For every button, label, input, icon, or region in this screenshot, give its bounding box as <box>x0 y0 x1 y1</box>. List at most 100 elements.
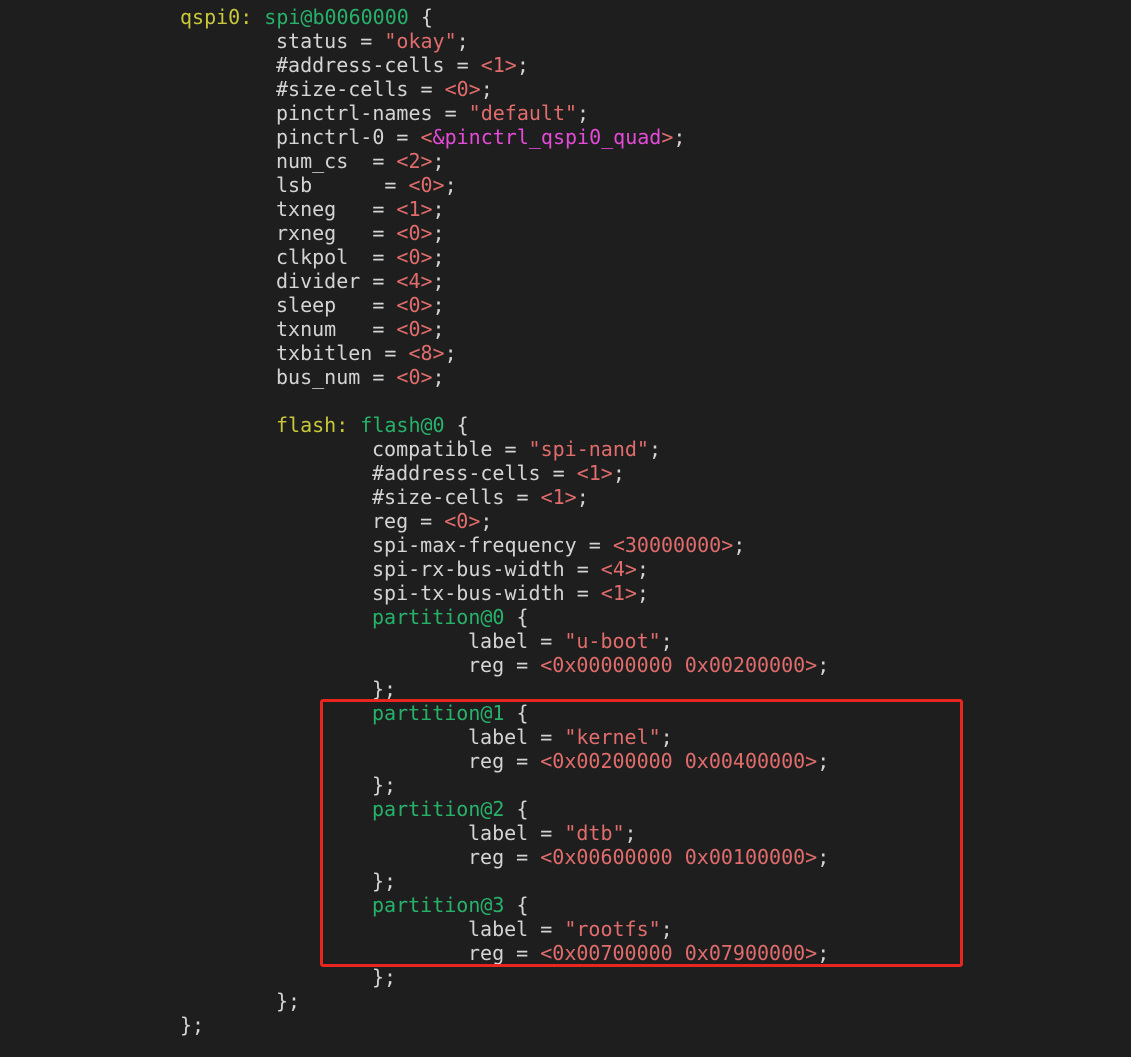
code-token-plain: ; <box>817 941 830 965</box>
code-token-plain: ; <box>444 173 457 197</box>
code-token-plain: ; <box>660 725 673 749</box>
code-token-plain: ; <box>432 269 445 293</box>
code-line: flash: flash@0 { <box>0 413 829 437</box>
code-line: #address-cells = <1>; <box>0 461 829 485</box>
code-token-node: partition@3 <box>372 893 505 917</box>
code-token-plain: clkpol = <box>276 245 397 269</box>
code-token-plain: }; <box>372 773 397 797</box>
code-token-plain: num_cs = <box>276 149 397 173</box>
code-token-plain: { <box>444 413 469 437</box>
code-line: label = "rootfs"; <box>0 917 829 941</box>
code-token-plain: ; <box>456 29 469 53</box>
code-token-plain: spi-tx-bus-width = <box>372 581 601 605</box>
code-token-plain: #address-cells = <box>276 53 481 77</box>
code-token-plain: ; <box>432 221 445 245</box>
code-token-plain: label = <box>468 725 565 749</box>
code-token-plain: { <box>504 797 529 821</box>
code-token-value: <1> <box>576 461 613 485</box>
code-line: num_cs = <2>; <box>0 149 829 173</box>
code-token-node: flash@0 <box>360 413 445 437</box>
code-line: qspi0: spi@b0060000 { <box>0 5 829 29</box>
code-token-value: <0> <box>396 245 433 269</box>
code-token-plain: ; <box>576 485 589 509</box>
code-token-plain: txbitlen = <box>276 341 409 365</box>
code-token-string: "dtb" <box>564 821 625 845</box>
code-token-plain: ; <box>817 749 830 773</box>
code-editor[interactable]: qspi0: spi@b0060000 {status = "okay"; #ad… <box>0 0 1131 1057</box>
code-line: partition@3 { <box>0 893 829 917</box>
code-token-plain: ; <box>733 533 746 557</box>
code-token-value: <0x00000000 0x00200000> <box>540 653 818 677</box>
code-line: label = "kernel"; <box>0 725 829 749</box>
code-line: spi-rx-bus-width = <4>; <box>0 557 829 581</box>
code-line: divider = <4>; <box>0 269 829 293</box>
code-token-plain: reg = <box>372 509 445 533</box>
code-line: spi-max-frequency = <30000000>; <box>0 533 829 557</box>
code-line: txnum = <0>; <box>0 317 829 341</box>
code-token-plain: }; <box>372 677 397 701</box>
code-token-plain: rxneg = <box>276 221 397 245</box>
code-token-plain: ; <box>432 365 445 389</box>
code-line: }; <box>0 869 829 893</box>
code-token-plain: }; <box>372 965 397 989</box>
code-line: #size-cells = <0>; <box>0 77 829 101</box>
code-token-value: <4> <box>396 269 433 293</box>
code-token-plain: compatible = <box>372 437 529 461</box>
code-token-label: qspi0: <box>180 5 253 29</box>
code-token-value: <1> <box>480 53 517 77</box>
code-token-plain: pinctrl-names = <box>276 101 469 125</box>
code-token-plain: ; <box>577 101 590 125</box>
code-token-plain: label = <box>468 917 565 941</box>
code-token-value: <4> <box>600 557 637 581</box>
code-token-value: <0> <box>396 221 433 245</box>
code-token-plain: label = <box>468 629 565 653</box>
code-token-string: "u-boot" <box>564 629 661 653</box>
code-listing[interactable]: qspi0: spi@b0060000 {status = "okay"; #ad… <box>0 5 829 1037</box>
code-line: reg = <0x00700000 0x07900000>; <box>0 941 829 965</box>
code-line: rxneg = <0>; <box>0 221 829 245</box>
code-token-string: "kernel" <box>564 725 661 749</box>
code-token-value: <0x00700000 0x07900000> <box>540 941 818 965</box>
code-token-plain: sleep = <box>276 293 397 317</box>
code-line: lsb = <0>; <box>0 173 829 197</box>
code-token-plain: ; <box>444 341 457 365</box>
code-line: reg = <0x00600000 0x00100000>; <box>0 845 829 869</box>
code-line: }; <box>0 773 829 797</box>
code-token-value: <0x00600000 0x00100000> <box>540 845 818 869</box>
code-token-string: "default" <box>468 101 578 125</box>
code-token-plain: bus_num = <box>276 365 397 389</box>
code-line: }; <box>0 1013 829 1037</box>
code-token-plain: { <box>408 5 433 29</box>
code-token-plain: txnum = <box>276 317 397 341</box>
code-token-string: "okay" <box>384 29 457 53</box>
code-token-plain: ; <box>636 557 649 581</box>
code-line: reg = <0x00200000 0x00400000>; <box>0 749 829 773</box>
code-token-plain: #size-cells = <box>372 485 541 509</box>
code-token-value: <1> <box>540 485 577 509</box>
code-token-plain: { <box>504 605 529 629</box>
code-token-plain: txneg = <box>276 197 397 221</box>
code-token-plain: status = <box>276 29 385 53</box>
code-line: }; <box>0 677 829 701</box>
code-line: status = "okay"; <box>0 29 829 53</box>
code-token-value: > <box>661 125 674 149</box>
code-line: #address-cells = <1>; <box>0 53 829 77</box>
code-token-node: partition@1 <box>372 701 505 725</box>
code-line: }; <box>0 965 829 989</box>
code-token-plain: ; <box>624 821 637 845</box>
code-token-value: <0> <box>444 509 481 533</box>
code-token-plain: reg = <box>468 845 541 869</box>
code-token-value: <0> <box>396 317 433 341</box>
code-token-plain: ; <box>660 629 673 653</box>
code-token-value: <0x00200000 0x00400000> <box>540 749 818 773</box>
code-token-plain: ; <box>516 53 529 77</box>
code-token-string: "rootfs" <box>564 917 661 941</box>
code-token-value: <0> <box>396 365 433 389</box>
code-line: }; <box>0 989 829 1013</box>
code-token-plain: ; <box>432 245 445 269</box>
code-token-value: <0> <box>408 173 445 197</box>
code-token-plain: reg = <box>468 749 541 773</box>
